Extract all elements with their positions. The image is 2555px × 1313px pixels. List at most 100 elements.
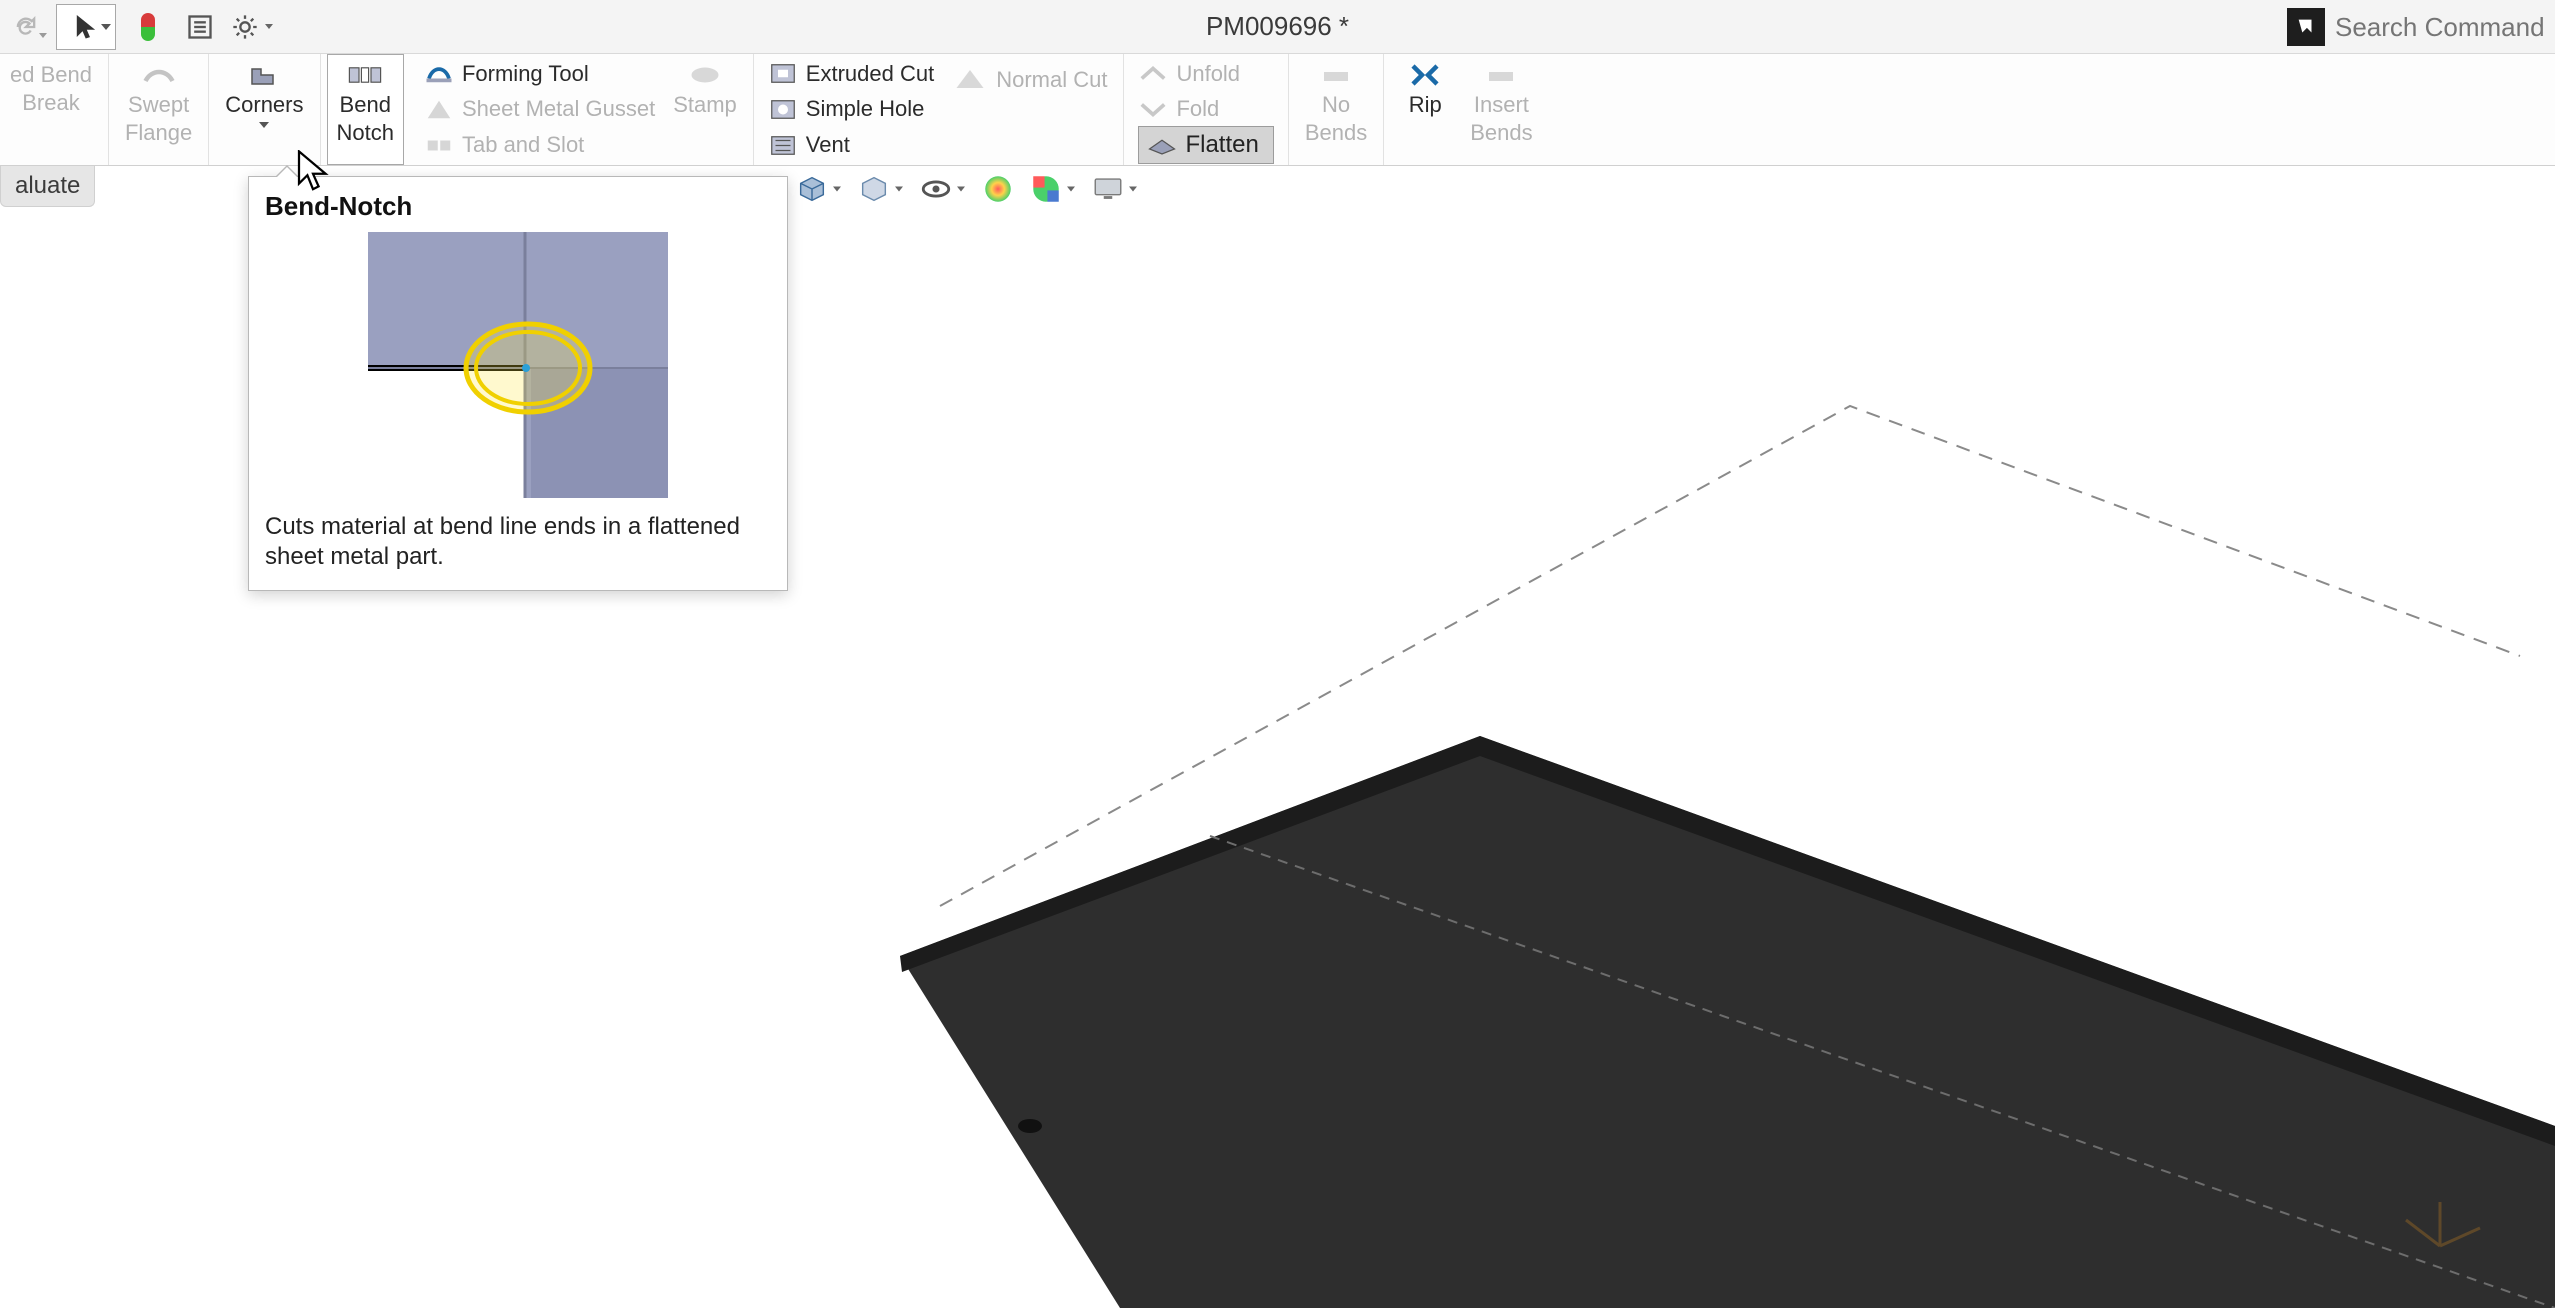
corners-button[interactable]: Corners bbox=[215, 54, 313, 165]
section-view-icon bbox=[857, 172, 891, 206]
view-cube-icon bbox=[795, 172, 829, 206]
settings-button[interactable] bbox=[228, 7, 276, 47]
label: Stamp bbox=[673, 92, 737, 118]
document-title: PM009696 * bbox=[1206, 11, 1349, 42]
hud-display[interactable] bbox=[1091, 172, 1125, 206]
ribbon-group-bendnotch: Bend Notch bbox=[321, 54, 410, 165]
dropdown-caret-icon bbox=[895, 187, 903, 192]
dropdown-caret-icon bbox=[1129, 187, 1137, 192]
label: Extruded Cut bbox=[806, 61, 934, 87]
extruded-cut-icon bbox=[768, 61, 798, 87]
label: Sheet Metal Gusset bbox=[462, 96, 655, 122]
tab-evaluate[interactable]: aluate bbox=[0, 166, 95, 207]
flatten-button-wrap: Flatten bbox=[1138, 128, 1273, 162]
bend-notch-icon bbox=[347, 60, 383, 90]
traffic-icon bbox=[141, 13, 155, 41]
traffic-button[interactable] bbox=[124, 7, 172, 47]
sheet-metal-gusset-button[interactable]: Sheet Metal Gusset bbox=[424, 92, 655, 126]
titlebar: PM009696 * bbox=[0, 0, 2555, 54]
scene-icon bbox=[1029, 172, 1063, 206]
hud-view-cube[interactable] bbox=[795, 172, 829, 206]
display-icon bbox=[1091, 172, 1125, 206]
label: ed Bend bbox=[10, 62, 92, 88]
cursor-icon bbox=[73, 14, 99, 40]
label: Notch bbox=[337, 120, 394, 146]
insert-bends-icon bbox=[1483, 60, 1519, 90]
fold-icon bbox=[1138, 96, 1168, 122]
ribbon-group-bend: ed Bend Break bbox=[0, 54, 109, 165]
label: Normal Cut bbox=[996, 67, 1107, 93]
vent-icon bbox=[768, 132, 798, 158]
forming-tool-icon bbox=[424, 61, 454, 87]
label: Bend bbox=[340, 92, 391, 118]
label: aluate bbox=[15, 172, 80, 199]
gear-icon bbox=[231, 13, 259, 41]
eye-icon bbox=[919, 172, 953, 206]
qat bbox=[0, 0, 278, 53]
dropdown-caret-icon bbox=[101, 24, 111, 30]
rip-button[interactable]: Rip bbox=[1390, 54, 1460, 165]
ribbon-group-swept: Swept Flange bbox=[109, 54, 209, 165]
dropdown-caret-icon bbox=[1067, 187, 1075, 192]
normal-cut-icon bbox=[952, 64, 988, 94]
extruded-cut-button[interactable]: Extruded Cut bbox=[768, 57, 934, 91]
hud-appearance[interactable] bbox=[981, 172, 1015, 206]
list-icon bbox=[186, 13, 214, 41]
search-input[interactable] bbox=[2335, 12, 2555, 43]
tooltip-description: Cuts material at bend line ends in a fla… bbox=[265, 512, 771, 572]
bend-notch-button[interactable]: Bend Notch bbox=[327, 54, 404, 165]
stamp-button[interactable]: Stamp bbox=[663, 54, 747, 165]
fold-list: Unfold Fold Flatten bbox=[1130, 54, 1281, 165]
forming-tool-button[interactable]: Forming Tool bbox=[424, 57, 655, 91]
dropdown-caret-icon bbox=[265, 24, 273, 29]
label: Simple Hole bbox=[806, 96, 925, 122]
label: Bends bbox=[1470, 120, 1532, 146]
bend-notch-tooltip: Bend-Notch Cuts material at bend line en… bbox=[248, 176, 788, 591]
dropdown-caret-icon bbox=[833, 187, 841, 192]
fold-button[interactable]: Fold bbox=[1138, 92, 1273, 126]
hud-section-view[interactable] bbox=[857, 172, 891, 206]
command-search-icon[interactable] bbox=[2287, 8, 2325, 46]
corners-icon bbox=[246, 60, 282, 90]
appearance-icon bbox=[981, 172, 1015, 206]
simple-hole-icon bbox=[768, 96, 798, 122]
ribbon-group-forming: Forming Tool Sheet Metal Gusset Tab and … bbox=[410, 54, 754, 165]
rip-icon bbox=[1407, 60, 1443, 90]
unfold-button[interactable]: Unfold bbox=[1138, 57, 1273, 91]
ribbon-group-nobends: No Bends bbox=[1289, 54, 1384, 165]
ed-bend-button[interactable]: ed Bend Break bbox=[0, 54, 102, 165]
ribbon-group-corners: Corners bbox=[209, 54, 320, 165]
no-bends-icon bbox=[1318, 60, 1354, 90]
select-tool-button[interactable] bbox=[56, 4, 116, 50]
ribbon-group-rip: Rip Insert Bends bbox=[1384, 54, 1548, 165]
flatten-button[interactable]: Flatten bbox=[1138, 126, 1273, 164]
swept-flange-button[interactable]: Swept Flange bbox=[115, 54, 202, 165]
no-bends-button[interactable]: No Bends bbox=[1295, 54, 1377, 165]
dropdown-caret-icon bbox=[39, 33, 47, 38]
dropdown-caret-icon bbox=[957, 187, 965, 192]
simple-hole-button[interactable]: Simple Hole bbox=[768, 92, 934, 126]
label: Unfold bbox=[1176, 61, 1240, 87]
label: Break bbox=[22, 90, 79, 116]
label: Flange bbox=[125, 120, 192, 146]
flatten-icon bbox=[1147, 133, 1177, 157]
ribbon-group-cut: Extruded Cut Simple Hole Vent Normal bbox=[754, 54, 1125, 165]
gusset-icon bbox=[424, 96, 454, 122]
redo-icon bbox=[12, 13, 40, 41]
list-button[interactable] bbox=[176, 7, 224, 47]
label: Flatten bbox=[1185, 131, 1258, 159]
ribbon: ed Bend Break Swept Flange Corners bbox=[0, 54, 2555, 166]
insert-bends-button[interactable]: Insert Bends bbox=[1460, 54, 1542, 165]
tab-and-slot-button[interactable]: Tab and Slot bbox=[424, 128, 655, 162]
normal-cut-button[interactable]: Normal Cut bbox=[942, 54, 1117, 165]
forming-list: Forming Tool Sheet Metal Gusset Tab and … bbox=[416, 54, 663, 165]
label: No bbox=[1322, 92, 1350, 118]
label: Vent bbox=[806, 132, 850, 158]
hud-scene[interactable] bbox=[1029, 172, 1063, 206]
redo-button[interactable] bbox=[2, 7, 50, 47]
label: Forming Tool bbox=[462, 61, 589, 87]
hud-visibility[interactable] bbox=[919, 172, 953, 206]
vent-button[interactable]: Vent bbox=[768, 128, 934, 162]
command-tabs: aluate bbox=[0, 166, 95, 206]
ribbon-group-fold: Unfold Fold Flatten bbox=[1124, 54, 1288, 165]
